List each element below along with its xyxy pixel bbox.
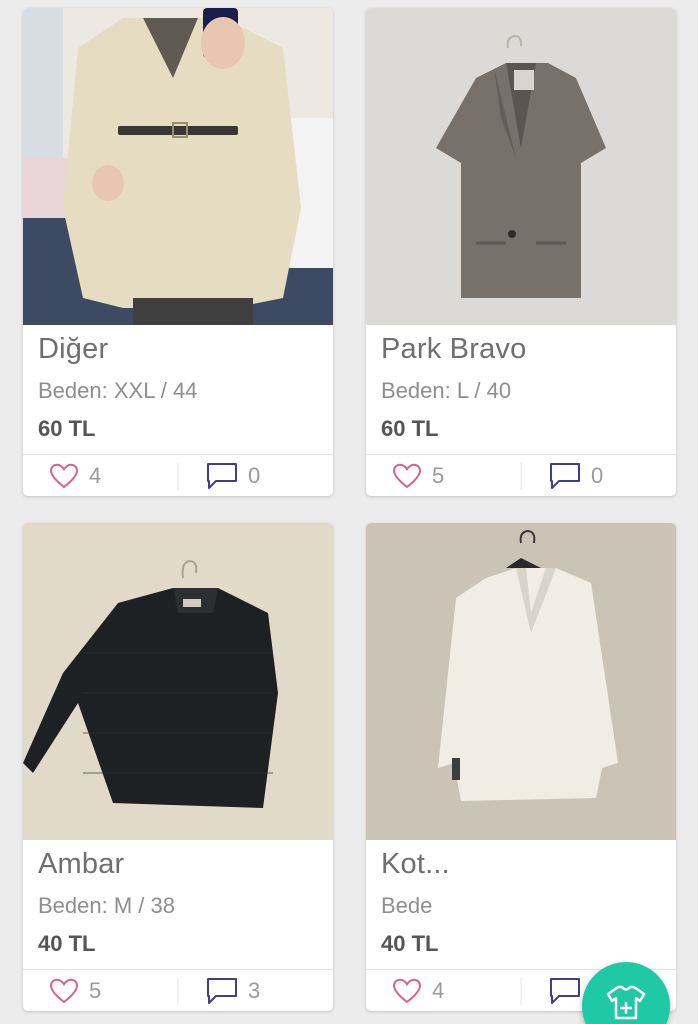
product-photo[interactable]	[23, 523, 333, 840]
product-photo[interactable]	[23, 8, 333, 325]
card-actions: 5 3	[23, 969, 333, 1011]
product-brand: Ambar	[38, 848, 125, 880]
action-divider	[520, 978, 522, 1005]
like-count: 4	[432, 978, 445, 1003]
product-brand: Kot...	[381, 848, 450, 880]
product-brand: Diğer	[38, 333, 109, 365]
product-size: Beden: M / 38	[38, 893, 175, 918]
add-clothing-icon	[606, 985, 646, 1020]
product-card[interactable]: Kot... Bede 40 TL 4	[366, 523, 676, 1011]
action-divider	[520, 463, 522, 490]
comment-count: 0	[248, 463, 261, 488]
product-card[interactable]: Ambar Beden: M / 38 40 TL 5 3	[23, 523, 333, 1011]
comment-count: 0	[591, 463, 604, 488]
speech-bubble-icon	[207, 978, 237, 1004]
comment-button[interactable]: 0	[206, 455, 260, 496]
product-grid: Diğer Beden: XXL / 44 60 TL 4 0 Park Bra…	[0, 0, 698, 1024]
like-count: 5	[89, 978, 102, 1003]
product-size: Beden: L / 40	[381, 378, 512, 403]
like-button[interactable]: 4	[49, 455, 101, 496]
product-price: 40 TL	[381, 931, 439, 956]
product-photo[interactable]	[366, 523, 676, 840]
card-actions: 4 0	[23, 454, 333, 496]
action-divider	[177, 978, 179, 1005]
comment-button[interactable]: 0	[549, 455, 603, 496]
like-button[interactable]: 5	[392, 455, 444, 496]
product-price: 60 TL	[381, 416, 439, 441]
like-count: 4	[89, 463, 102, 488]
product-price: 60 TL	[38, 416, 96, 441]
like-count: 5	[432, 463, 445, 488]
speech-bubble-icon	[207, 463, 237, 489]
like-button[interactable]: 5	[49, 970, 101, 1011]
action-divider	[177, 463, 179, 490]
heart-outline-icon	[392, 463, 422, 489]
comment-count: 3	[248, 978, 261, 1003]
product-card[interactable]: Diğer Beden: XXL / 44 60 TL 4 0	[23, 8, 333, 496]
speech-bubble-icon	[550, 978, 580, 1004]
heart-outline-icon	[392, 978, 422, 1004]
card-actions: 5 0	[366, 454, 676, 496]
heart-outline-icon	[49, 978, 79, 1004]
product-card[interactable]: Park Bravo Beden: L / 40 60 TL 5 0	[366, 8, 676, 496]
product-photo[interactable]	[366, 8, 676, 325]
product-size: Bede	[381, 893, 433, 918]
product-size: Beden: XXL / 44	[38, 378, 198, 403]
product-price: 40 TL	[38, 931, 96, 956]
speech-bubble-icon	[550, 463, 580, 489]
comment-button[interactable]: 3	[206, 970, 260, 1011]
like-button[interactable]: 4	[392, 970, 444, 1011]
product-brand: Park Bravo	[381, 333, 527, 365]
heart-outline-icon	[49, 463, 79, 489]
